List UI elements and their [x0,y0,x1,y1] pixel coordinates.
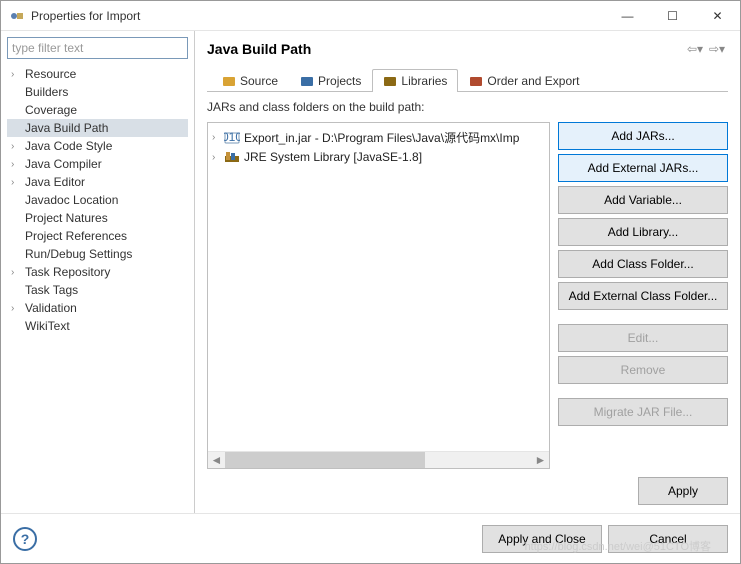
tree-item-label: Java Code Style [23,139,112,153]
nav-forward-button[interactable]: ⇨▾ [706,39,728,59]
right-panel: Java Build Path ⇦▾ ⇨▾ Source Projects Libr… [195,31,740,513]
tab-libraries[interactable]: Libraries [372,69,458,92]
titlebar: Properties for Import — ☐ ✕ [1,1,740,31]
add-variable-button[interactable]: Add Variable... [558,186,728,214]
tree-item-project-references[interactable]: Project References [7,227,188,245]
scroll-left-icon[interactable]: ◄ [208,452,225,469]
tree-item-wikitext[interactable]: WikiText [7,317,188,335]
migrate-jar-button: Migrate JAR File... [558,398,728,426]
tab-source[interactable]: Source [211,69,289,92]
chevron-right-icon: › [212,152,224,163]
tree-item-label: Java Build Path [23,121,108,135]
tree-item-resource[interactable]: ›Resource [7,65,188,83]
tree-item-label: Java Editor [23,175,85,189]
chevron-right-icon: › [11,159,23,170]
add-class-folder-button[interactable]: Add Class Folder... [558,250,728,278]
tree-item-label: Project References [23,229,127,243]
dialog-footer: ? Apply and Close Cancel [1,513,740,563]
tree-item-java-build-path[interactable]: Java Build Path [7,119,188,137]
jar-icon: 010 [224,131,240,145]
tree-item-label: Resource [23,67,76,81]
tab-order-and-export[interactable]: Order and Export [458,69,590,92]
add-external-class-folder-button[interactable]: Add External Class Folder... [558,282,728,310]
apply-row: Apply [207,477,728,505]
category-tree[interactable]: ›ResourceBuildersCoverageJava Build Path… [7,65,188,507]
window-title: Properties for Import [31,9,605,23]
tree-item-label: Run/Debug Settings [23,247,132,261]
jar-item-label: Export_in.jar - D:\Program Files\Java\源代… [244,129,519,146]
tree-item-java-editor[interactable]: ›Java Editor [7,173,188,191]
tree-item-label: Javadoc Location [23,193,118,207]
tree-item-java-compiler[interactable]: ›Java Compiler [7,155,188,173]
dialog-body: type filter text ›ResourceBuildersCovera… [1,31,740,513]
tree-item-label: WikiText [23,319,70,333]
close-button[interactable]: ✕ [695,1,740,31]
cancel-button[interactable]: Cancel [608,525,728,553]
tree-item-task-repository[interactable]: ›Task Repository [7,263,188,281]
tree-item-label: Builders [23,85,68,99]
tree-item-label: Project Natures [23,211,108,225]
tree-item-label: Task Tags [23,283,78,297]
maximize-button[interactable]: ☐ [650,1,695,31]
libraries-icon [383,74,397,88]
jar-item-label: JRE System Library [JavaSE-1.8] [244,150,422,164]
tree-item-task-tags[interactable]: Task Tags [7,281,188,299]
chevron-right-icon: › [11,69,23,80]
tree-item-label: Validation [23,301,77,315]
tab-label: Source [240,74,278,88]
apply-and-close-button[interactable]: Apply and Close [482,525,602,553]
tree-item-java-code-style[interactable]: ›Java Code Style [7,137,188,155]
horizontal-scrollbar[interactable]: ◄ ► [208,451,549,468]
jar-list[interactable]: ›010 Export_in.jar - D:\Program Files\Jav… [207,122,550,469]
jar-item[interactable]: ›010 Export_in.jar - D:\Program Files\Jav… [212,127,545,148]
svg-text:010: 010 [224,131,240,144]
tree-item-builders[interactable]: Builders [7,83,188,101]
tree-item-label: Java Compiler [23,157,102,171]
help-icon[interactable]: ? [13,527,37,551]
window-buttons: — ☐ ✕ [605,1,740,31]
app-icon [9,8,25,24]
tree-item-label: Task Repository [23,265,110,279]
page-title: Java Build Path [207,41,684,57]
tree-item-coverage[interactable]: Coverage [7,101,188,119]
libraries-row: ›010 Export_in.jar - D:\Program Files\Jav… [207,122,728,469]
right-header: Java Build Path ⇦▾ ⇨▾ [207,39,728,59]
projects-icon [300,74,314,88]
add-external-jars-button[interactable]: Add External JARs... [558,154,728,182]
tab-description: JARs and class folders on the build path… [207,100,728,114]
filter-input[interactable]: type filter text [7,37,188,59]
tree-item-javadoc-location[interactable]: Javadoc Location [7,191,188,209]
tab-label: Libraries [401,74,447,88]
tab-projects[interactable]: Projects [289,69,372,92]
scroll-right-icon[interactable]: ► [532,452,549,469]
chevron-right-icon: › [11,267,23,278]
button-column: Add JARs... Add External JARs... Add Var… [558,122,728,469]
tab-label: Order and Export [487,74,579,88]
chevron-right-icon: › [212,132,224,143]
chevron-right-icon: › [11,141,23,152]
add-library-button[interactable]: Add Library... [558,218,728,246]
minimize-button[interactable]: — [605,1,650,31]
source-folder-icon [222,74,236,88]
tab-label: Projects [318,74,361,88]
edit-button: Edit... [558,324,728,352]
tab-bar: Source Projects Libraries Order and Export [207,69,728,92]
jar-item[interactable]: › JRE System Library [JavaSE-1.8] [212,148,545,166]
apply-button[interactable]: Apply [638,477,728,505]
nav-back-button[interactable]: ⇦▾ [684,39,706,59]
order-export-icon [469,74,483,88]
remove-button: Remove [558,356,728,384]
tree-item-run-debug-settings[interactable]: Run/Debug Settings [7,245,188,263]
jre-library-icon [224,150,240,164]
add-jars-button[interactable]: Add JARs... [558,122,728,150]
tree-item-validation[interactable]: ›Validation [7,299,188,317]
chevron-right-icon: › [11,177,23,188]
tree-item-label: Coverage [23,103,77,117]
chevron-right-icon: › [11,303,23,314]
tree-item-project-natures[interactable]: Project Natures [7,209,188,227]
left-panel: type filter text ›ResourceBuildersCovera… [1,31,195,513]
